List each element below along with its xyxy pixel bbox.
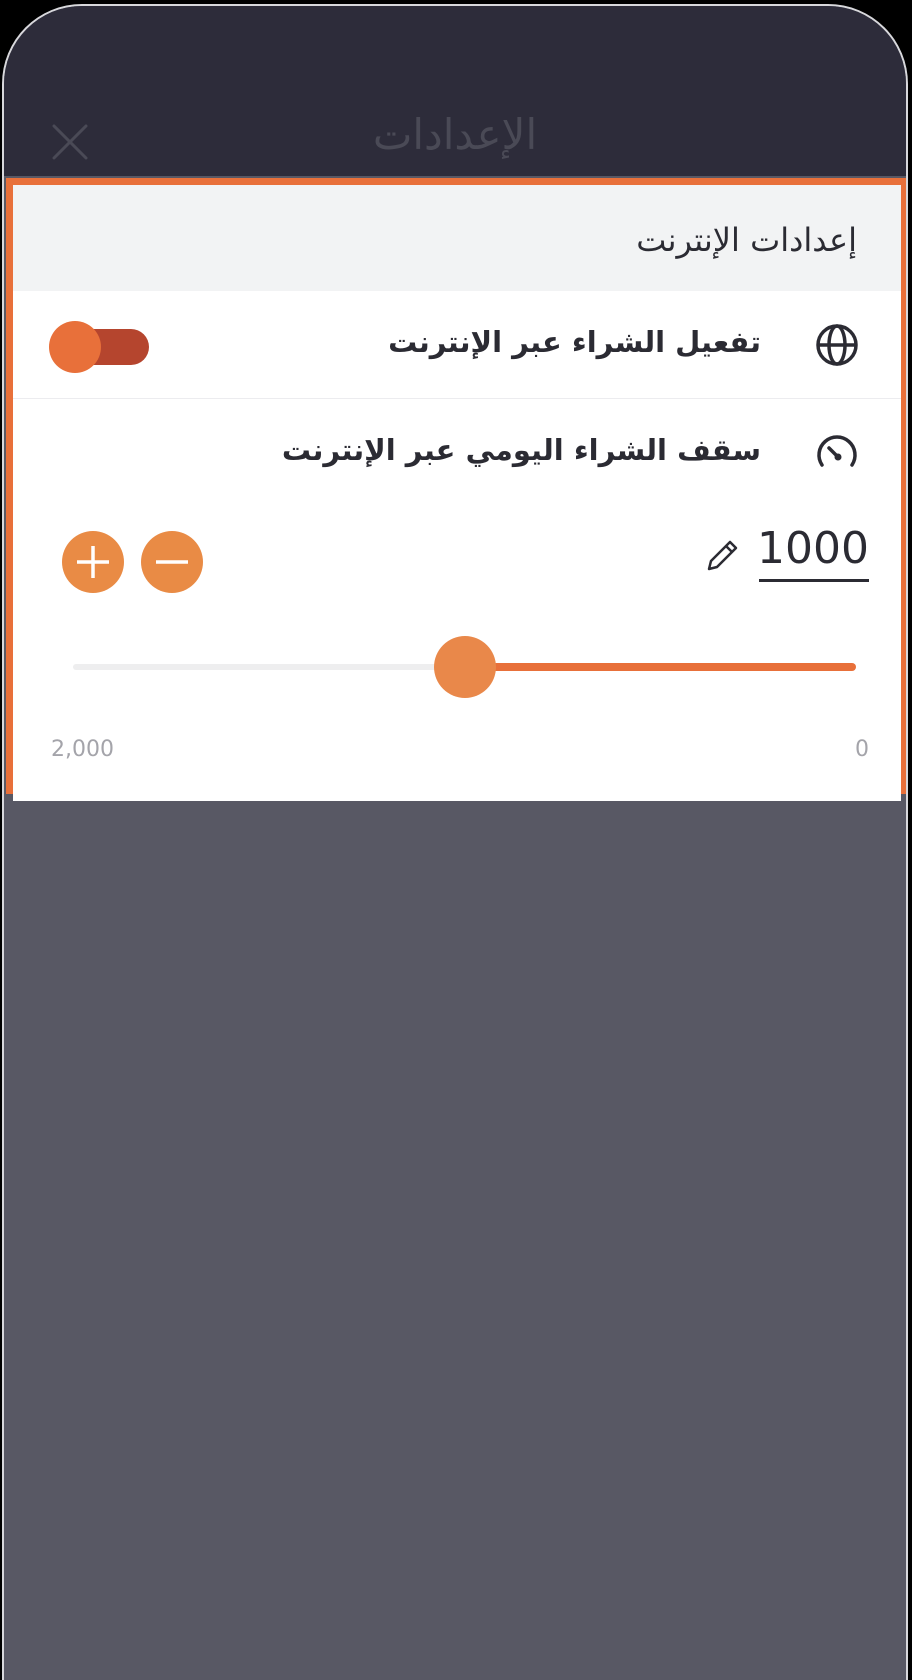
daily-limit-label: سقف الشراء اليومي عبر الإنترنت — [281, 433, 761, 467]
globe-icon — [816, 324, 858, 366]
header-bar: الإعدادات — [4, 6, 906, 176]
speedometer-icon — [817, 435, 857, 467]
daily-limit-value: 1000 — [757, 523, 869, 574]
slider-min-label: 0 — [855, 737, 869, 762]
slider-fill — [464, 663, 856, 671]
slider-max-label: 2,000 — [51, 737, 114, 762]
daily-limit-input[interactable]: 1000 — [757, 523, 869, 582]
app-screen: الإعدادات إعدادات الإنترنت تفعيل الشراء … — [2, 4, 908, 1680]
daily-limit-row: سقف الشراء اليومي عبر الإنترنت — [13, 399, 901, 801]
slider-thumb[interactable] — [433, 636, 496, 698]
internet-settings-panel: إعدادات الإنترنت تفعيل الشراء عبر الإنتر… — [6, 178, 906, 801]
section-header: إعدادات الإنترنت — [13, 185, 901, 291]
daily-limit-slider[interactable] — [67, 635, 862, 699]
online-purchase-label: تفعيل الشراء عبر الإنترنت — [388, 325, 761, 359]
toggle-knob — [49, 321, 101, 373]
minus-icon — [156, 560, 188, 564]
section-title: إعدادات الإنترنت — [636, 221, 857, 259]
page-title: الإعدادات — [372, 110, 538, 159]
pencil-icon — [707, 540, 738, 571]
decrease-button[interactable] — [141, 531, 203, 593]
plus-icon — [77, 546, 109, 578]
edit-amount-button[interactable] — [703, 535, 743, 575]
increase-button[interactable] — [62, 531, 124, 593]
online-purchase-toggle[interactable] — [49, 321, 149, 373]
online-purchase-row: تفعيل الشراء عبر الإنترنت — [13, 291, 901, 399]
